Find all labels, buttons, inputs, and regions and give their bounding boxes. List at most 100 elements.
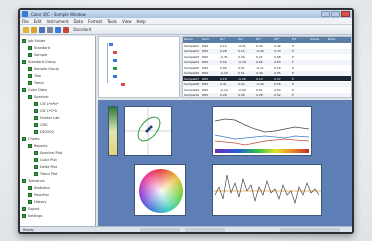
table-cell: -0.26 xyxy=(238,76,246,81)
sidebar-item[interactable]: CMC xyxy=(34,122,48,127)
data-tree-panel xyxy=(98,36,180,98)
table-row[interactable]: Sample01 D65 0.12 -0.21 0.34 0.42 P xyxy=(183,43,351,48)
close-button[interactable] xyxy=(341,11,350,17)
menu-file[interactable]: File xyxy=(22,19,29,24)
table-cell: D65 xyxy=(202,43,209,48)
table-row[interactable]: Sample02 D65 0.28 0.15 -0.09 0.33 P xyxy=(183,48,351,54)
sidebar-item[interactable]: Spectral Plot xyxy=(34,150,62,155)
print-icon[interactable] xyxy=(47,26,53,33)
table-row[interactable]: Sample03 D65 -0.31 0.44 0.21 0.58 P xyxy=(183,54,351,59)
table-cell xyxy=(309,88,327,92)
table-cell: 0.51 xyxy=(256,87,263,92)
table-row[interactable]: Sample07 D65 0.18 -0.26 0.19 0.37 P xyxy=(183,76,351,81)
sidebar-item-label: Delta Plot xyxy=(40,164,58,169)
sidebar-item[interactable]: Settings xyxy=(22,213,42,218)
folder-icon xyxy=(22,206,26,211)
table-cell xyxy=(309,55,327,59)
table-row[interactable]: Sample05 D65 0.09 0.07 -0.11 0.16 P xyxy=(183,65,351,70)
tree-node[interactable] xyxy=(113,51,117,54)
table-cell: 0.28 xyxy=(256,93,263,97)
table-cell: P xyxy=(292,43,294,48)
sidebar-item-label: Standard xyxy=(34,45,50,50)
new-icon[interactable] xyxy=(23,26,29,33)
sidebar-item[interactable]: Trend xyxy=(28,80,44,85)
maximize-button[interactable] xyxy=(331,11,340,17)
sidebar-item[interactable]: Charts xyxy=(22,136,39,141)
tree-node[interactable] xyxy=(121,83,125,86)
table-cell: 0.07 xyxy=(238,65,245,70)
folder-icon xyxy=(34,129,38,134)
folder-icon xyxy=(34,150,38,155)
tree-node[interactable] xyxy=(113,75,117,78)
sidebar-item[interactable]: Hunter Lab xyxy=(34,115,59,120)
table-row[interactable]: Sample06 D65 -0.22 0.31 0.40 0.55 P xyxy=(183,70,351,76)
menu-edit[interactable]: Edit xyxy=(34,19,42,24)
tree-node[interactable] xyxy=(113,67,117,70)
table-cell: P xyxy=(292,49,294,53)
table-cell: P xyxy=(292,65,294,70)
table-cell: 0.36 xyxy=(238,93,245,97)
menu-data[interactable]: Data xyxy=(73,19,83,24)
sidebar-item[interactable]: CIE L*a*b* xyxy=(34,101,58,106)
sidebar-item[interactable]: Standard Group xyxy=(22,59,56,64)
sidebar-item[interactable]: DE2000 xyxy=(34,129,54,134)
sidebar-item[interactable]: Tolerance xyxy=(22,178,45,183)
menu-instrument[interactable]: Instrument xyxy=(46,19,68,24)
tree-node[interactable] xyxy=(109,43,113,46)
minimize-button[interactable] xyxy=(321,11,330,17)
table-cell: -0.18 xyxy=(238,60,246,64)
folder-icon xyxy=(28,45,32,50)
sidebar-item[interactable]: Color Data xyxy=(22,87,47,92)
table-cell: -0.21 xyxy=(238,43,246,48)
spectral-plot xyxy=(212,106,312,156)
sidebar-item[interactable]: Trial xyxy=(28,73,41,78)
tree-node[interactable] xyxy=(113,59,117,62)
sidebar-item[interactable]: Pass/Fail xyxy=(28,192,49,197)
table-cell: 0.40 xyxy=(256,71,263,75)
measure-icon[interactable] xyxy=(55,26,61,33)
folder-icon xyxy=(22,59,26,64)
menu-help[interactable]: Help xyxy=(137,19,146,24)
scatter-svg xyxy=(125,107,171,155)
menu-format[interactable]: Format xyxy=(88,19,102,24)
sidebar-item[interactable]: Sample Group xyxy=(28,66,59,71)
folder-icon xyxy=(34,171,38,176)
settings-icon[interactable] xyxy=(63,26,69,33)
lightness-bar xyxy=(108,106,118,156)
spectral-svg xyxy=(214,118,310,153)
table-cell: -0.09 xyxy=(256,49,264,53)
folder-icon xyxy=(28,66,32,71)
sidebar-item[interactable]: Export xyxy=(22,206,39,211)
sidebar-item[interactable]: Reports xyxy=(28,143,47,148)
menu-view[interactable]: View xyxy=(122,19,132,24)
sidebar-item[interactable]: Trend Plot xyxy=(34,171,57,176)
table-cell: 0.41 xyxy=(220,82,227,86)
table-cell: Sample08 xyxy=(184,82,200,86)
table-cell: -0.11 xyxy=(256,65,264,70)
sidebar-item-label: Hunter Lab xyxy=(40,115,60,120)
table-cell: P xyxy=(292,87,294,92)
sidebar-item-label: Spectral xyxy=(34,94,49,99)
open-icon[interactable] xyxy=(31,26,37,33)
sidebar-item[interactable]: Statistics xyxy=(28,185,50,190)
window-title: Color iQC - Sample Window xyxy=(31,11,86,17)
folder-icon xyxy=(28,185,32,190)
sidebar-item[interactable]: Standard xyxy=(28,45,50,50)
sidebar-item[interactable]: History xyxy=(28,199,46,204)
table-row[interactable]: Sample04 D65 0.52 -0.18 0.62 0.83 F xyxy=(183,59,351,65)
table-row[interactable]: Sample08 D65 0.41 0.22 -0.30 0.55 P xyxy=(183,81,351,87)
save-icon[interactable] xyxy=(39,26,45,33)
sidebar-item[interactable]: CIE L*C*h xyxy=(34,108,57,113)
menu-tools[interactable]: Tools xyxy=(107,19,117,24)
table-cell: Sample05 xyxy=(184,65,200,70)
sidebar-item-label: Trend Plot xyxy=(40,171,58,176)
table-row[interactable]: Sample10 D65 0.26 0.36 0.28 0.52 P xyxy=(183,92,351,97)
table-row[interactable]: Sample09 D65 -0.14 -0.09 0.51 0.54 P xyxy=(183,87,351,92)
sidebar-item[interactable]: Color Plot xyxy=(34,157,57,162)
sidebar-item[interactable]: Spectral xyxy=(28,94,48,99)
table-cell: 0.58 xyxy=(274,54,281,59)
sidebar-item[interactable]: Job Folder xyxy=(22,38,45,43)
sidebar-item[interactable]: Delta Plot xyxy=(34,164,57,169)
plots-area xyxy=(98,100,352,226)
sidebar-item[interactable]: Sample xyxy=(28,52,47,57)
